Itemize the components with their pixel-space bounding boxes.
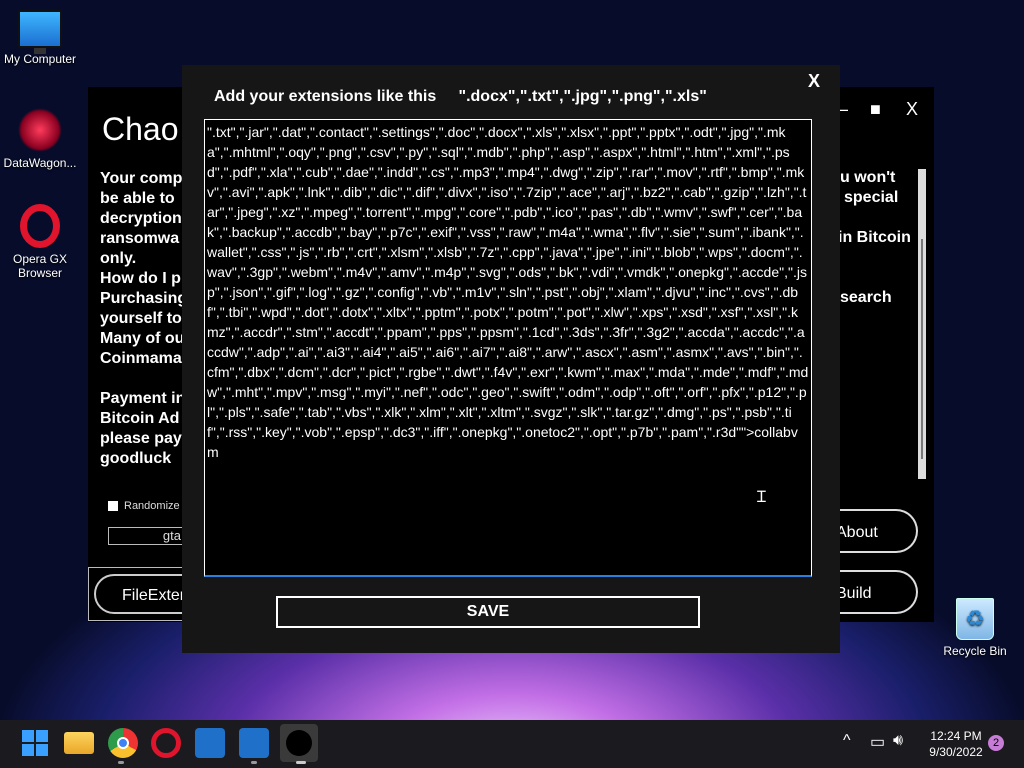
opera-icon[interactable] bbox=[151, 728, 181, 758]
name-input[interactable]: gta bbox=[108, 527, 188, 545]
payment-text: Payment in Bitcoin Ad please pay goodluc… bbox=[100, 390, 186, 467]
desktop-icon-label: Opera GX Browser bbox=[12, 252, 68, 280]
dialog-close-button[interactable]: X bbox=[808, 71, 820, 92]
app-box-icon[interactable] bbox=[195, 728, 225, 758]
opera-gx-desktop-icon[interactable]: Opera GX Browser bbox=[0, 204, 80, 280]
chrome-icon[interactable] bbox=[108, 728, 138, 758]
maximize-button[interactable]: ■ bbox=[870, 99, 881, 120]
ransom-note-text-right: special bbox=[844, 189, 899, 206]
randomize-checkbox[interactable]: Randomize bbox=[108, 500, 180, 512]
scrollbar[interactable] bbox=[918, 169, 926, 479]
chaos-app-icon[interactable] bbox=[280, 724, 318, 762]
text-cursor-icon: Ɪ bbox=[757, 489, 766, 506]
clock[interactable]: 12:24 PM 9/30/2022 bbox=[918, 728, 994, 760]
running-indicator bbox=[251, 761, 257, 764]
clock-time: 12:24 PM bbox=[930, 729, 982, 743]
datawagon-icon bbox=[18, 108, 62, 152]
app-box-icon[interactable] bbox=[239, 728, 269, 758]
datawagon-desktop-icon[interactable]: DataWagon... bbox=[0, 108, 80, 170]
ransom-note-text: Your comp be able to decryption ransomwa… bbox=[100, 170, 188, 367]
chevron-up-icon[interactable]: ^ bbox=[843, 732, 851, 750]
save-button[interactable]: SAVE bbox=[276, 596, 700, 628]
desktop-icon-label: My Computer bbox=[3, 52, 77, 66]
window-title: Chao bbox=[102, 111, 179, 147]
recycle-bin-desktop-icon[interactable]: ♻ Recycle Bin bbox=[935, 598, 1015, 658]
ransom-note-text-right: in Bitcoin bbox=[838, 229, 911, 246]
desktop-icon-label: Recycle Bin bbox=[943, 644, 1007, 658]
network-icon[interactable]: ▭ bbox=[870, 732, 885, 752]
close-button[interactable]: X bbox=[906, 99, 918, 120]
start-button[interactable] bbox=[20, 728, 50, 758]
opera-gx-icon bbox=[20, 204, 60, 248]
ransom-note-text-right: search bbox=[840, 289, 892, 306]
dialog-header: Add your extensions like this ".docx",".… bbox=[214, 88, 707, 105]
file-extensions-button[interactable]: FileExten bbox=[88, 567, 214, 621]
extensions-textarea[interactable]: ".txt",".jar",".dat",".contact",".settin… bbox=[204, 119, 812, 577]
file-explorer-icon[interactable] bbox=[64, 732, 94, 754]
active-indicator bbox=[296, 761, 306, 764]
running-indicator bbox=[118, 761, 124, 764]
ransom-note-text-right: u won't bbox=[840, 169, 896, 186]
monitor-icon bbox=[18, 10, 62, 54]
extensions-dialog: X Add your extensions like this ".docx",… bbox=[182, 65, 840, 653]
notification-badge[interactable]: 2 bbox=[988, 735, 1004, 751]
recycle-bin-icon: ♻ bbox=[956, 598, 994, 640]
volume-icon[interactable]: 🔊︎ bbox=[893, 732, 903, 750]
taskbar: ^ ▭ 🔊︎ 12:24 PM 9/30/2022 2 bbox=[0, 720, 1024, 768]
desktop-icon-label: DataWagon... bbox=[3, 156, 77, 170]
clock-date: 9/30/2022 bbox=[929, 745, 983, 759]
my-computer-desktop-icon[interactable]: My Computer bbox=[0, 10, 80, 66]
